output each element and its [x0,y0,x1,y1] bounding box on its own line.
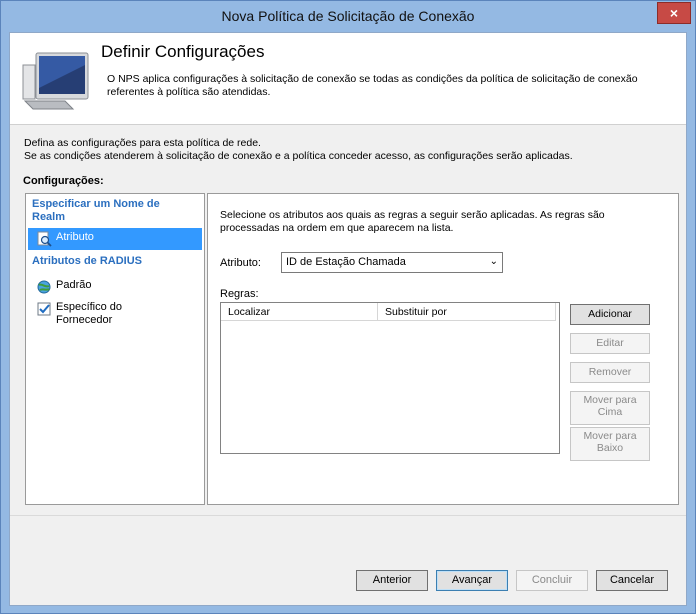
magnifier-document-icon [36,231,52,247]
dialog-client-area: Definir Configurações O NPS aplica confi… [9,32,687,606]
wizard-header: Definir Configurações O NPS aplica confi… [10,33,686,125]
intro-line-1: Defina as configurações para esta políti… [24,137,261,149]
rules-label: Regras: [220,288,259,300]
sidebar-group-realm: Especificar um Nome de Realm [32,198,160,223]
sidebar-item-label: Atributo [56,231,94,243]
attribute-select[interactable]: ID de Estação Chamada ⌄ [281,252,503,273]
page-title: Definir Configurações [101,42,265,61]
rules-table[interactable]: Localizar Substituir por [220,302,560,454]
attribute-label: Atributo: [220,257,261,269]
title-bar: Nova Política de Solicitação de Conexão … [1,1,695,31]
attribute-settings-panel: Selecione os atributos aos quais as regr… [207,193,679,505]
intro-line-2: Se as condições atenderem à solicitação … [24,150,573,162]
add-rule-button[interactable]: Adicionar [570,304,650,325]
sidebar-item-label: Padrão [56,279,92,291]
sidebar-item-padrao[interactable]: Padrão [28,277,202,297]
move-down-button[interactable]: Mover para Baixo [570,427,650,461]
configurations-label: Configurações: [23,175,104,187]
column-header-substituir[interactable]: Substituir por [378,303,556,321]
footer-separator [10,515,686,516]
checkbox-document-icon [36,301,52,317]
cancel-button[interactable]: Cancelar [596,570,668,591]
page-description: O NPS aplica configurações à solicitação… [107,73,638,98]
window-title: Nova Política de Solicitação de Conexão [221,8,475,24]
chevron-down-icon: ⌄ [489,256,498,267]
remove-rule-button[interactable]: Remover [570,362,650,383]
edit-rule-button[interactable]: Editar [570,333,650,354]
next-button[interactable]: Avançar [436,570,508,591]
panel-description: Selecione os atributos aos quais as regr… [220,209,605,234]
move-up-button[interactable]: Mover para Cima [570,391,650,425]
settings-nav-panel: Especificar um Nome de Realm Atributo At… [25,193,205,505]
close-icon: × [669,5,679,21]
sidebar-group-radius: Atributos de RADIUS [32,255,142,267]
sidebar-item-label: Específico do Fornecedor [56,301,123,326]
sidebar-item-especifico-fornecedor[interactable]: Específico do Fornecedor [28,299,202,333]
column-header-localizar[interactable]: Localizar [221,303,378,321]
close-button[interactable]: × [657,2,691,24]
finish-button[interactable]: Concluir [516,570,588,591]
previous-button[interactable]: Anterior [356,570,428,591]
dialog-window: Nova Política de Solicitação de Conexão … [0,0,696,614]
sidebar-item-atributo[interactable]: Atributo [28,228,202,250]
globe-icon [36,279,52,295]
computer-monitor-icon [20,43,92,118]
attribute-selected-value: ID de Estação Chamada [286,256,406,268]
intro-text: Defina as configurações para esta políti… [24,137,674,163]
